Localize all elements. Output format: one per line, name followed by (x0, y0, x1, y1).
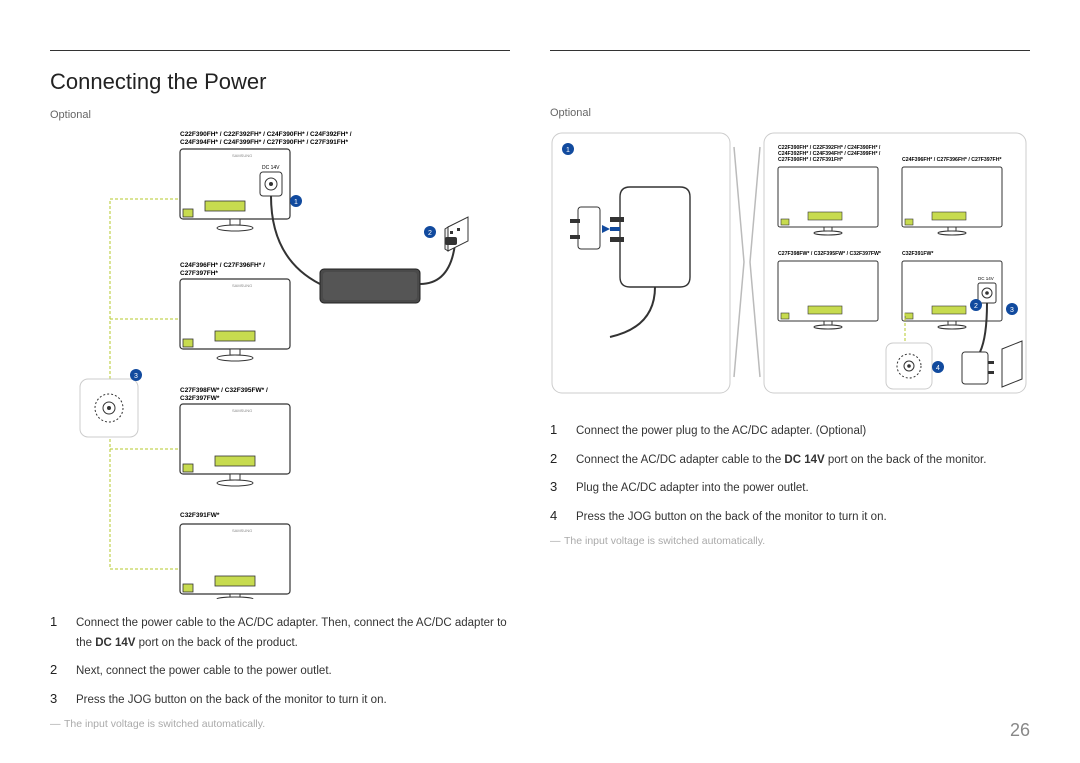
wall-adapter-small (962, 352, 988, 384)
left-diagram-svg: C22F390FH* / C22F392FH* / C24F390FH* / C… (50, 129, 510, 599)
svg-text:C27F398FW* / C32F395FW* / C32F: C27F398FW* / C32F395FW* / C32F397FW* (778, 251, 882, 257)
mini-monitor-3 (778, 261, 878, 329)
models-group2-label: C24F396FH* / C27F396FH* / C27F397FH* (180, 262, 267, 277)
svg-text:SAMSUNG: SAMSUNG (232, 408, 252, 413)
left-step-3: 3Press the JOG button on the back of the… (50, 688, 510, 711)
right-column: Optional 1 (550, 50, 1030, 730)
monitor-back-4: SAMSUNG (180, 524, 290, 599)
right-diagram-svg: 1 (550, 127, 1030, 407)
two-column-layout: Connecting the Power Optional C22F390FH*… (50, 50, 1030, 730)
right-note: The input voltage is switched automatica… (550, 535, 1030, 547)
right-step-3: 3Plug the AC/DC adapter into the power o… (550, 476, 1030, 499)
optional-label-left: Optional (50, 109, 510, 121)
monitor-back-3: SAMSUNG (180, 404, 290, 486)
left-column: Connecting the Power Optional C22F390FH*… (50, 50, 510, 730)
svg-text:C24F396FH* / C27F396FH* / C27F: C24F396FH* / C27F396FH* / C27F397FH* (902, 157, 1002, 163)
right-steps-list: 1Connect the power plug to the AC/DC ada… (550, 419, 1030, 527)
wall-plug (445, 217, 468, 251)
adapter-brick (320, 269, 420, 303)
right-step-2: 2Connect the AC/DC adapter cable to the … (550, 448, 1030, 471)
svg-text:3: 3 (134, 373, 138, 380)
svg-text:3: 3 (1010, 307, 1014, 314)
svg-text:SAMSUNG: SAMSUNG (232, 283, 252, 288)
models-group1-label: C22F390FH* / C22F392FH* / C24F390FH* / C… (180, 131, 353, 146)
svg-text:1: 1 (566, 147, 570, 154)
svg-text:SAMSUNG: SAMSUNG (232, 528, 252, 533)
page-number: 26 (1010, 720, 1030, 741)
jog-button-bubble (80, 379, 138, 437)
models-group4-label: C32F391FW* (180, 512, 220, 519)
mini-monitor-1 (778, 167, 878, 235)
svg-text:2: 2 (974, 303, 978, 310)
optional-label-right: Optional (550, 107, 1030, 119)
left-note: The input voltage is switched automatica… (50, 718, 510, 730)
svg-text:2: 2 (428, 230, 432, 237)
svg-text:C32F391FW*: C32F391FW* (902, 251, 934, 257)
left-steps-list: 1Connect the power cable to the AC/DC ad… (50, 611, 510, 710)
right-diagram: 1 (550, 127, 1030, 407)
monitor-back-2: SAMSUNG (180, 279, 290, 361)
section-title: Connecting the Power (50, 69, 510, 95)
wall-outlet (1002, 341, 1022, 387)
mini-monitor-2 (902, 167, 1002, 235)
left-step-1: 1Connect the power cable to the AC/DC ad… (50, 611, 510, 653)
svg-text:1: 1 (294, 199, 298, 206)
right-step-4: 4Press the JOG button on the back of the… (550, 505, 1030, 528)
models-group3-label: C27F398FW* / C32F395FW* / C32F397FW* (180, 387, 270, 402)
svg-text:4: 4 (936, 365, 940, 372)
left-diagram: C22F390FH* / C22F392FH* / C24F390FH* / C… (50, 129, 510, 599)
svg-text:SAMSUNG: SAMSUNG (232, 153, 252, 158)
svg-text:DC 14V: DC 14V (978, 276, 994, 281)
dc14v-label: DC 14V (262, 165, 280, 171)
left-step-2: 2Next, connect the power cable to the po… (50, 659, 510, 682)
right-step-1: 1Connect the power plug to the AC/DC ada… (550, 419, 1030, 442)
